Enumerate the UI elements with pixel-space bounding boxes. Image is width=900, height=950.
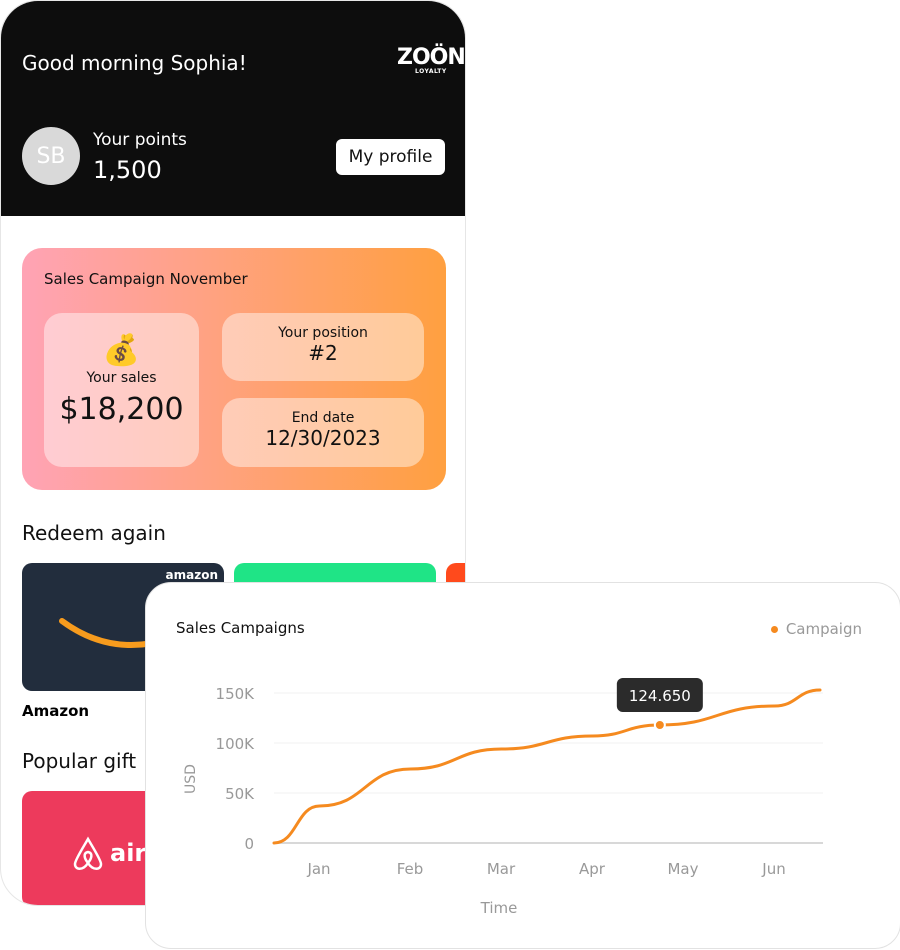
tooltip-value: 124.650 bbox=[629, 687, 691, 705]
header: Good morning Sophia! ZOÖN LOYALTY SB Your… bbox=[1, 1, 465, 216]
y-tick-label: 0 bbox=[244, 835, 254, 853]
airbnb-icon bbox=[73, 836, 103, 870]
end-date-box: End date 12/30/2023 bbox=[222, 398, 424, 467]
end-date-value: 12/30/2023 bbox=[265, 426, 381, 450]
x-tick-label: Jun bbox=[761, 860, 785, 878]
y-tick-label: 150K bbox=[216, 685, 256, 703]
your-sales-box: 💰 Your sales $18,200 bbox=[44, 313, 199, 467]
x-tick-label: Jan bbox=[306, 860, 330, 878]
my-profile-button[interactable]: My profile bbox=[336, 139, 445, 175]
y-tick-label: 50K bbox=[225, 785, 255, 803]
avatar[interactable]: SB bbox=[22, 127, 80, 185]
sales-label: Your sales bbox=[86, 370, 157, 386]
end-date-label: End date bbox=[291, 410, 355, 426]
campaign-title: Sales Campaign November bbox=[44, 270, 248, 288]
x-axis-label: Time bbox=[480, 899, 518, 917]
x-tick-label: Feb bbox=[397, 860, 424, 878]
x-tick-label: May bbox=[667, 860, 698, 878]
position-box: Your position #2 bbox=[222, 313, 424, 381]
position-label: Your position bbox=[278, 325, 368, 341]
y-tick-label: 100K bbox=[216, 735, 256, 753]
popular-title: Popular gift bbox=[22, 749, 137, 773]
money-bag-icon: 💰 bbox=[102, 333, 141, 368]
plot-area: 0 50K 100K 150K Jan Feb Mar Apr May Jun Time USD 124… bbox=[183, 678, 823, 917]
points-label: Your points bbox=[93, 130, 187, 150]
data-point bbox=[653, 719, 666, 731]
amazon-logo: amazon bbox=[165, 568, 218, 582]
x-tick-label: Mar bbox=[487, 860, 516, 878]
zoon-logo: ZOÖN LOYALTY bbox=[397, 45, 465, 75]
position-value: #2 bbox=[308, 341, 338, 365]
sales-campaign-card[interactable]: Sales Campaign November 💰 Your sales $18… bbox=[22, 248, 446, 490]
y-axis-label: USD bbox=[183, 764, 199, 794]
series-line-campaign bbox=[272, 688, 822, 845]
x-tick-label: Apr bbox=[579, 860, 606, 878]
sales-value: $18,200 bbox=[59, 392, 184, 427]
greeting: Good morning Sophia! bbox=[22, 51, 247, 75]
amazon-card-name: Amazon bbox=[22, 702, 90, 720]
sales-campaigns-chart: Sales Campaigns Campaign 0 50K 100K 150K Jan… bbox=[145, 582, 900, 949]
points-value: 1,500 bbox=[93, 156, 162, 184]
redeem-title: Redeem again bbox=[22, 521, 166, 545]
